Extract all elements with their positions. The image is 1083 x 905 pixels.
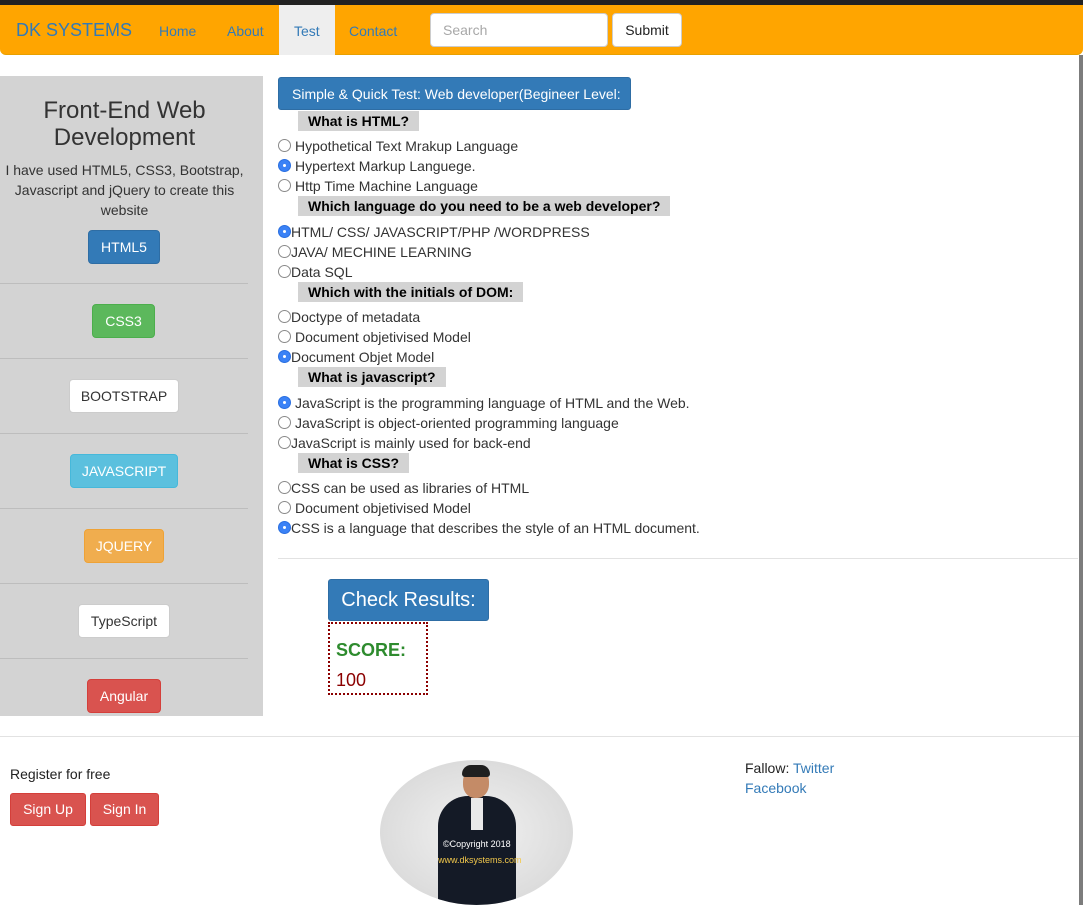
option-label: CSS can be used as libraries of HTML: [291, 480, 530, 496]
radio-button-checked[interactable]: [278, 396, 291, 409]
jquery-button[interactable]: JQUERY: [84, 529, 164, 563]
window-right-edge: [1079, 55, 1083, 905]
option-label: Document objetivised Model: [295, 329, 471, 345]
twitter-link[interactable]: Twitter: [793, 760, 834, 776]
follow-label: Fallow:: [745, 760, 790, 776]
sidebar-divider: [0, 658, 248, 659]
check-results-button[interactable]: Check Results:: [328, 579, 489, 621]
sign-up-button[interactable]: Sign Up: [10, 793, 86, 826]
person-shirt: [471, 798, 483, 830]
option-label: HTML/ CSS/ JAVASCRIPT/PHP /WORDPRESS: [291, 224, 590, 240]
question-label: Which with the initials of DOM:: [298, 282, 524, 302]
sidebar-description: I have used HTML5, CSS3, Bootstrap, Java…: [5, 162, 244, 218]
option-label: JavaScript is the programming language o…: [295, 395, 690, 411]
question-label: What is HTML?: [298, 111, 420, 131]
search-input[interactable]: [430, 13, 608, 47]
facebook-link[interactable]: Facebook: [745, 780, 806, 796]
radio-button[interactable]: [278, 330, 291, 343]
sidebar-divider: [0, 508, 248, 509]
photo-url: www.dksystems.com: [438, 855, 522, 865]
test-title: Simple & Quick Test: Web developer(Begin…: [278, 77, 631, 110]
question-label: What is javascript?: [298, 367, 446, 387]
radio-button-checked[interactable]: [278, 159, 291, 172]
score-box: SCORE: 100: [328, 622, 428, 695]
register-text: Register for free: [10, 766, 111, 782]
radio-button[interactable]: [278, 245, 291, 258]
follow-links: Fallow: Twitter Facebook: [745, 758, 834, 798]
sidebar: Front-End Web Development I have used HT…: [0, 76, 263, 716]
score-label: SCORE:: [336, 640, 407, 660]
sidebar-divider: [0, 358, 248, 359]
javascript-button[interactable]: JAVASCRIPT: [70, 454, 178, 488]
option-label: Document Objet Model: [291, 349, 435, 365]
typescript-button[interactable]: TypeScript: [78, 604, 170, 638]
nav-about[interactable]: About: [212, 5, 279, 55]
option-label: Http Time Machine Language: [295, 178, 478, 194]
radio-button-checked[interactable]: [278, 350, 291, 363]
css3-button[interactable]: CSS3: [92, 304, 155, 338]
nav-test[interactable]: Test: [279, 5, 335, 55]
brand-logo[interactable]: DK SYSTEMS: [16, 20, 132, 41]
profile-photo: ©Copyright 2018 www.dksystems.com: [380, 760, 573, 905]
question-label: What is CSS?: [298, 453, 410, 473]
option-label: Hypertext Markup Languege.: [295, 158, 476, 174]
score-value: 100: [336, 670, 367, 690]
radio-button[interactable]: [278, 265, 291, 278]
sidebar-title: Front-End Web Development: [43, 97, 206, 151]
html5-button[interactable]: HTML5: [88, 230, 160, 264]
person-hair: [462, 765, 490, 777]
option-label: Data SQL: [291, 264, 353, 280]
submit-button[interactable]: Submit: [612, 13, 682, 47]
radio-button[interactable]: [278, 481, 291, 494]
radio-button[interactable]: [278, 310, 291, 323]
radio-button[interactable]: [278, 416, 291, 429]
radio-button[interactable]: [278, 501, 291, 514]
question-label: Which language do you need to be a web d…: [298, 196, 671, 216]
radio-button-checked[interactable]: [278, 521, 291, 534]
photo-copyright: ©Copyright 2018: [443, 839, 511, 849]
sidebar-divider: [0, 583, 248, 584]
content-divider: [278, 558, 1078, 559]
option-label: Doctype of metadata: [291, 309, 421, 325]
angular-button[interactable]: Angular: [87, 679, 161, 713]
sidebar-divider: [0, 283, 248, 284]
option-label: Document objetivised Model: [295, 500, 471, 516]
sidebar-divider: [0, 433, 248, 434]
nav-home[interactable]: Home: [144, 5, 211, 55]
option-label: JAVA/ MECHINE LEARNING: [291, 244, 472, 260]
footer-divider: [0, 736, 1079, 737]
option-label: JavaScript is object-oriented programmin…: [295, 415, 619, 431]
option-label: Hypothetical Text Mrakup Language: [295, 138, 519, 154]
sign-in-button[interactable]: Sign In: [90, 793, 159, 826]
radio-button[interactable]: [278, 179, 291, 192]
option-label: JavaScript is mainly used for back-end: [291, 435, 531, 451]
radio-button[interactable]: [278, 436, 291, 449]
nav-contact[interactable]: Contact: [334, 5, 412, 55]
navbar: DK SYSTEMS Home About Test Contact Submi…: [0, 5, 1083, 55]
option-label: CSS is a language that describes the sty…: [291, 520, 700, 536]
bootstrap-button[interactable]: BOOTSTRAP: [69, 379, 179, 413]
radio-button-checked[interactable]: [278, 225, 291, 238]
radio-button[interactable]: [278, 139, 291, 152]
